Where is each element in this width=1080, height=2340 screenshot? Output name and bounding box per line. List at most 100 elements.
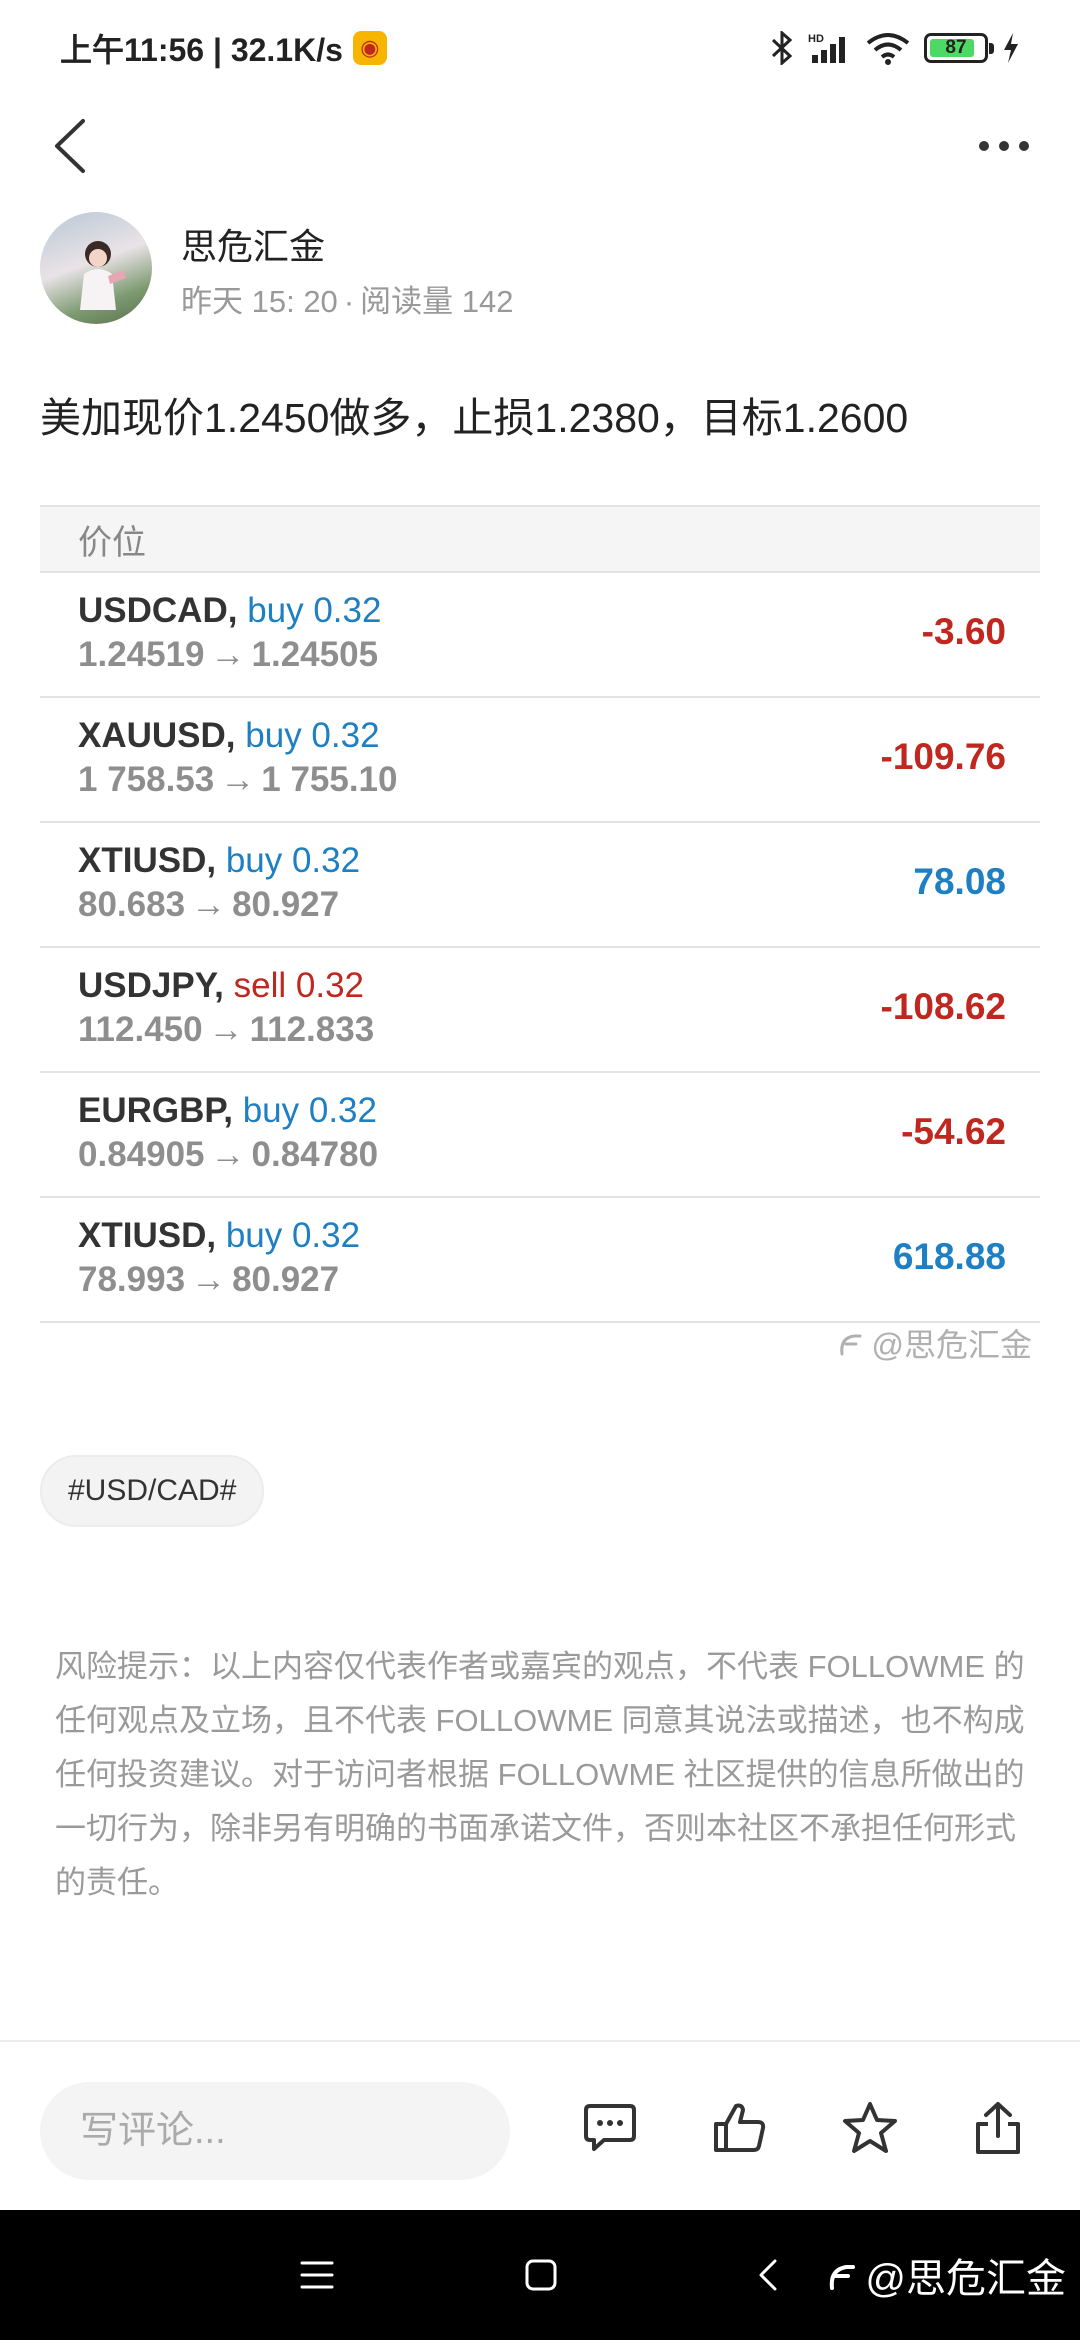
trade-side: buy 0.32 xyxy=(242,1091,377,1130)
avatar[interactable] xyxy=(40,212,152,324)
home-icon[interactable] xyxy=(508,2242,574,2308)
image-watermark: @思危汇金 xyxy=(836,1320,1033,1366)
author-header: 思危汇金 昨天 15: 20 · 阅读量 142 xyxy=(40,212,1040,327)
open-price: 112.450 xyxy=(78,1010,203,1049)
more-dot xyxy=(979,141,989,151)
trade-symbol: XTIUSD, xyxy=(78,1216,217,1255)
more-dot xyxy=(999,141,1009,151)
table-header: 价位 xyxy=(40,507,1040,573)
trade-symbol-line: EURGBP, buy 0.32 xyxy=(78,1091,377,1131)
trade-profit: -3.60 xyxy=(921,611,1006,652)
system-back-icon[interactable] xyxy=(735,2242,801,2308)
trade-table: 价位 USDCAD, buy 0.32 1.24519 → 1.24505 -3.60 X… xyxy=(40,505,1040,1323)
close-price: 80.927 xyxy=(232,1260,340,1299)
system-navigation-bar: @思危汇金 xyxy=(0,2210,1080,2340)
trade-profit: 78.08 xyxy=(913,861,1006,902)
trade-prices: 78.993 → 80.927 xyxy=(78,1260,339,1300)
trade-prices: 0.84905 → 0.84780 xyxy=(78,1135,378,1175)
trade-profit: -109.76 xyxy=(880,736,1007,777)
trade-row: XTIUSD, buy 0.32 80.683 → 80.927 78.08 xyxy=(40,823,1040,948)
trade-row: XAUUSD, buy 0.32 1 758.53 → 1 755.10 -109.76 xyxy=(40,698,1040,823)
trade-row: XTIUSD, buy 0.32 78.993 → 80.927 618.88 xyxy=(40,1198,1040,1323)
battery-level-text: 87 xyxy=(945,37,967,58)
status-time-speed: 上午11:56 | 32.1K/s xyxy=(60,32,343,68)
favorite-star-icon[interactable] xyxy=(830,2088,910,2168)
trade-symbol-line: XAUUSD, buy 0.32 xyxy=(78,716,380,756)
status-bar: 上午11:56 | 32.1K/s ◉ HD 87 xyxy=(0,0,1080,96)
more-dot xyxy=(1019,141,1029,151)
trade-row: EURGBP, buy 0.32 0.84905 → 0.84780 -54.62 xyxy=(40,1073,1040,1198)
open-price: 1 758.53 xyxy=(78,760,215,799)
read-count: 阅读量 142 xyxy=(360,284,514,319)
trade-row: USDJPY, sell 0.32 112.450 → 112.833 -108.62 xyxy=(40,948,1040,1073)
trade-prices: 80.683 → 80.927 xyxy=(78,885,339,925)
trade-row: USDCAD, buy 0.32 1.24519 → 1.24505 -3.60 xyxy=(40,573,1040,698)
price-arrow: → xyxy=(208,1010,244,1049)
trade-symbol-line: USDJPY, sell 0.32 xyxy=(78,966,364,1006)
more-options-icon[interactable] xyxy=(964,114,1044,178)
trade-prices: 1.24519 → 1.24505 xyxy=(78,635,378,675)
trade-symbol: XTIUSD, xyxy=(78,841,217,880)
trade-profit: 618.88 xyxy=(892,1236,1006,1277)
trade-side: buy 0.32 xyxy=(225,841,361,880)
trade-symbol: XAUUSD, xyxy=(78,716,236,755)
trade-profit: -108.62 xyxy=(880,986,1007,1027)
open-price: 0.84905 xyxy=(78,1135,205,1174)
close-price: 0.84780 xyxy=(251,1135,379,1174)
topic-tag[interactable]: #USD/CAD# xyxy=(40,1455,265,1527)
like-icon[interactable] xyxy=(700,2088,780,2168)
menu-icon[interactable] xyxy=(284,2242,350,2308)
trade-symbol-line: XTIUSD, buy 0.32 xyxy=(78,1216,360,1256)
post-body: 美加现价1.2450做多，止损1.2380，目标1.2600 xyxy=(40,395,909,441)
status-left: 上午11:56 | 32.1K/s ◉ xyxy=(60,25,387,71)
close-price: 1 755.10 xyxy=(261,760,398,799)
price-arrow: → xyxy=(210,1135,246,1174)
risk-disclaimer: 风险提示：以上内容仅代表作者或嘉宾的观点，不代表 FOLLOWME 的任何观点及… xyxy=(55,1649,1025,1900)
battery-icon: 87 xyxy=(924,33,994,63)
trade-symbol-line: USDCAD, buy 0.32 xyxy=(78,591,381,631)
charging-icon xyxy=(1004,33,1018,63)
back-icon[interactable] xyxy=(40,114,100,178)
signal-icon: HD xyxy=(808,33,845,63)
post-date: 昨天 15: 20 xyxy=(181,284,338,319)
bluetooth-icon xyxy=(771,31,793,65)
share-icon[interactable] xyxy=(958,2088,1038,2168)
watermark-text: @思危汇金 xyxy=(871,1327,1033,1363)
trade-prices: 1 758.53 → 1 755.10 xyxy=(78,760,398,800)
trade-side: buy 0.32 xyxy=(247,591,382,630)
trade-symbol: USDCAD, xyxy=(78,591,238,630)
price-arrow: → xyxy=(191,1260,227,1299)
bottom-watermark: @思危汇金 xyxy=(825,2246,1066,2304)
trade-side: sell 0.32 xyxy=(233,966,365,1005)
bottom-action-bar xyxy=(0,2040,1080,2210)
trade-side: buy 0.32 xyxy=(225,1216,361,1255)
avatar-image xyxy=(80,241,126,310)
open-price: 1.24519 xyxy=(78,635,205,674)
close-price: 1.24505 xyxy=(251,635,379,674)
weibo-icon: ◉ xyxy=(352,31,387,65)
price-arrow: → xyxy=(210,635,246,674)
open-price: 80.683 xyxy=(78,885,186,924)
followme-logo-icon xyxy=(830,2265,856,2290)
bottom-watermark-text: @思危汇金 xyxy=(865,2257,1066,2301)
comment-input[interactable] xyxy=(40,2082,510,2180)
trade-symbol: USDJPY, xyxy=(78,966,224,1005)
followme-logo-icon xyxy=(839,1334,861,1356)
trade-rows: USDCAD, buy 0.32 1.24519 → 1.24505 -3.60 XAUU… xyxy=(40,573,1040,1323)
wifi-icon xyxy=(866,33,910,65)
top-nav xyxy=(0,96,1080,196)
trade-side: buy 0.32 xyxy=(245,716,380,755)
price-arrow: → xyxy=(191,885,227,924)
trade-prices: 112.450 → 112.833 xyxy=(78,1010,374,1050)
comment-icon[interactable] xyxy=(570,2088,650,2168)
close-price: 80.927 xyxy=(232,885,340,924)
post-meta: 昨天 15: 20 · 阅读量 142 xyxy=(181,276,513,321)
svg-text:HD: HD xyxy=(808,33,824,45)
author-name[interactable]: 思危汇金 xyxy=(181,218,325,270)
close-price: 112.833 xyxy=(249,1010,375,1049)
trade-profit: -54.62 xyxy=(901,1111,1006,1152)
trade-symbol: EURGBP, xyxy=(78,1091,233,1130)
meta-separator: · xyxy=(343,284,355,319)
trade-symbol-line: XTIUSD, buy 0.32 xyxy=(78,841,360,881)
open-price: 78.993 xyxy=(78,1260,186,1299)
